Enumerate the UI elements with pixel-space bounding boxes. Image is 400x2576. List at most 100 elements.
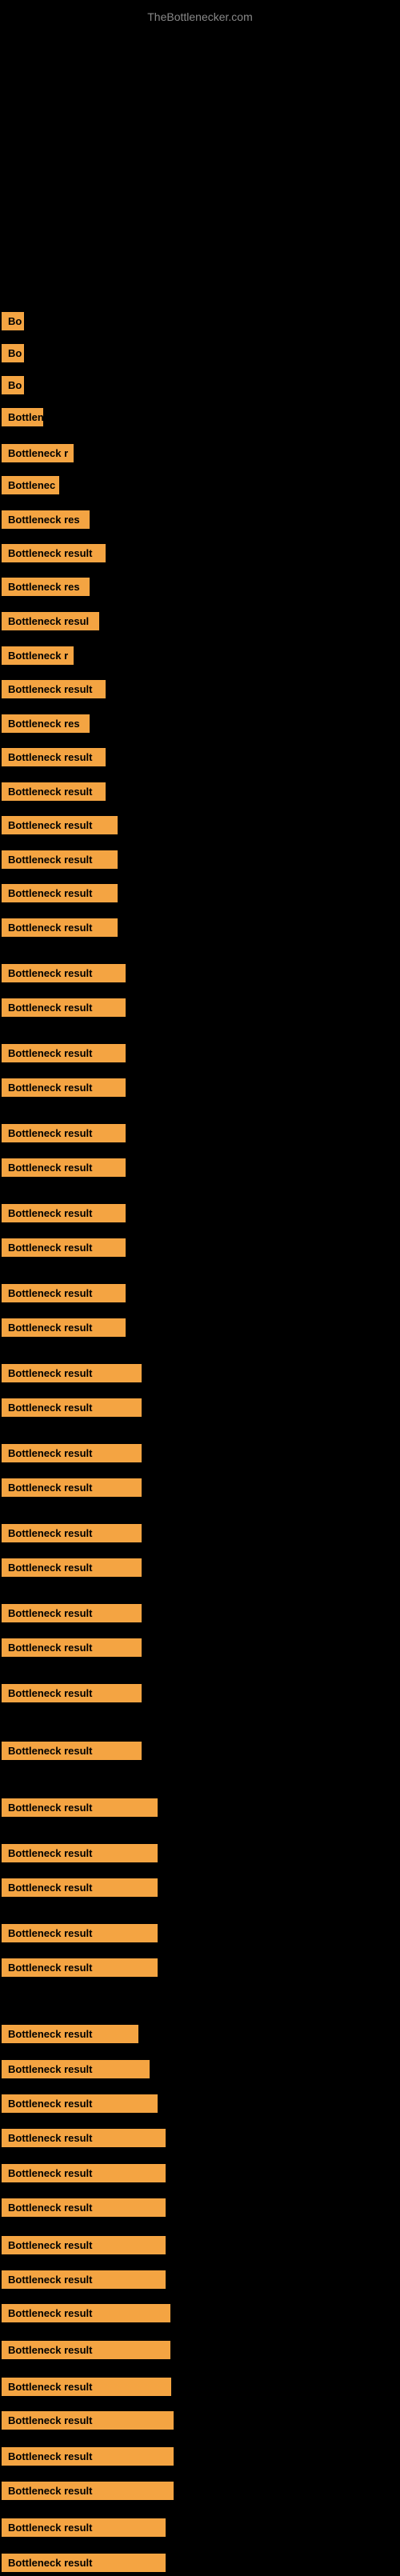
bottleneck-result-label: Bottleneck res — [2, 578, 90, 596]
bottleneck-result-label: Bottleneck result — [2, 1558, 142, 1577]
bottleneck-result-row: Bottleneck result — [2, 2518, 166, 2541]
bottleneck-result-label: Bottleneck result — [2, 2482, 174, 2500]
bottleneck-result-row: Bottleneck result — [2, 1924, 158, 1946]
bottleneck-result-row: Bottleneck result — [2, 680, 106, 702]
bottleneck-result-label: Bottleneck result — [2, 998, 126, 1017]
bottleneck-result-label: Bottleneck result — [2, 1158, 126, 1177]
bottleneck-result-row: Bottleneck result — [2, 1284, 126, 1306]
bottleneck-result-row: Bottleneck result — [2, 850, 118, 873]
bottleneck-result-label: Bottleneck r — [2, 646, 74, 665]
bottleneck-result-row: Bottleneck result — [2, 1318, 126, 1341]
bottleneck-result-row: Bottleneck result — [2, 2060, 150, 2082]
bottleneck-result-row: Bottleneck r — [2, 444, 74, 466]
bottleneck-result-row: Bottleneck result — [2, 1604, 142, 1626]
bottleneck-result-row: Bottleneck result — [2, 2129, 166, 2151]
bottleneck-result-row: Bottleneck res — [2, 578, 90, 600]
bottleneck-result-label: Bottleneck result — [2, 2025, 138, 2043]
bottleneck-result-row: Bottleneck result — [2, 1478, 142, 1501]
bottleneck-result-row: Bottleneck result — [2, 1798, 158, 1821]
bottleneck-result-label: Bottleneck result — [2, 1878, 158, 1897]
bottleneck-result-row: Bottleneck result — [2, 782, 106, 805]
bottleneck-result-row: Bottleneck result — [2, 1204, 126, 1226]
bottleneck-result-label: Bottleneck res — [2, 714, 90, 733]
bottleneck-result-label: Bottleneck result — [2, 2378, 171, 2396]
bottleneck-result-label: Bottleneck result — [2, 2094, 158, 2113]
bottleneck-result-row: Bottleneck result — [2, 2447, 174, 2470]
bottleneck-result-label: Bottleneck result — [2, 1078, 126, 1097]
bottleneck-result-label: Bottleneck result — [2, 2341, 170, 2359]
bottleneck-result-row: Bottleneck r — [2, 646, 74, 669]
bottleneck-result-row: Bottleneck result — [2, 2411, 174, 2434]
bottleneck-result-label: Bottleneck result — [2, 544, 106, 562]
bottleneck-result-row: Bottleneck result — [2, 2304, 170, 2326]
bottleneck-result-label: Bottleneck result — [2, 850, 118, 869]
bottleneck-result-label: Bottleneck result — [2, 1318, 126, 1337]
bottleneck-result-row: Bottleneck result — [2, 1238, 126, 1261]
bottleneck-result-label: Bottleneck result — [2, 816, 118, 834]
bottleneck-result-row: Bottleneck result — [2, 2164, 166, 2186]
bottleneck-result-label: Bottleneck result — [2, 782, 106, 801]
bottleneck-result-label: Bottleneck result — [2, 2129, 166, 2147]
bottleneck-result-row: Bottleneck result — [2, 998, 126, 1021]
bottleneck-result-row: Bottleneck result — [2, 1444, 142, 1466]
bottleneck-result-row: Bottleneck result — [2, 816, 118, 838]
bottleneck-result-row: Bottlenec — [2, 476, 59, 498]
bottleneck-result-row: Bottlen — [2, 408, 43, 430]
bottleneck-result-label: Bottleneck result — [2, 1284, 126, 1302]
bottleneck-result-row: Bottleneck result — [2, 2025, 138, 2047]
bottleneck-result-row: Bottleneck res — [2, 510, 90, 533]
bottleneck-result-label: Bottleneck result — [2, 1238, 126, 1257]
bottleneck-result-label: Bottleneck result — [2, 1604, 142, 1622]
bottleneck-result-row: Bottleneck result — [2, 2236, 166, 2258]
bottleneck-result-row: Bottleneck result — [2, 544, 106, 566]
bottleneck-result-label: Bottleneck result — [2, 2447, 174, 2466]
bottleneck-result-row: Bottleneck resul — [2, 612, 99, 634]
bottleneck-result-row: Bottleneck result — [2, 1958, 158, 1981]
bottleneck-result-row: Bo — [2, 376, 24, 398]
bottleneck-result-row: Bottleneck res — [2, 714, 90, 737]
bottleneck-result-label: Bottleneck result — [2, 1958, 158, 1977]
bottleneck-result-label: Bottleneck result — [2, 964, 126, 982]
bottleneck-result-row: Bottleneck result — [2, 1124, 126, 1146]
bottleneck-result-label: Bottleneck result — [2, 680, 106, 698]
bottleneck-result-label: Bottleneck result — [2, 918, 118, 937]
bottleneck-result-row: Bottleneck result — [2, 1844, 158, 1866]
bottleneck-result-label: Bottleneck result — [2, 2236, 166, 2254]
bottleneck-result-label: Bo — [2, 376, 24, 394]
bottleneck-result-label: Bottleneck result — [2, 1124, 126, 1142]
bottleneck-result-row: Bo — [2, 344, 24, 366]
bottleneck-result-row: Bottleneck result — [2, 1364, 142, 1386]
bottleneck-result-row: Bottleneck result — [2, 1044, 126, 1066]
bottleneck-result-row: Bottleneck result — [2, 2482, 174, 2504]
bottleneck-result-label: Bottleneck result — [2, 2554, 166, 2572]
bottleneck-result-label: Bottleneck result — [2, 1638, 142, 1657]
bottleneck-result-label: Bottleneck result — [2, 2411, 174, 2430]
bottleneck-result-label: Bottleneck result — [2, 1364, 142, 1382]
bottleneck-result-label: Bottleneck result — [2, 1398, 142, 1417]
bottleneck-result-row: Bottleneck result — [2, 1524, 142, 1546]
bottleneck-result-row: Bottleneck result — [2, 1742, 142, 1764]
bottleneck-result-label: Bottleneck result — [2, 1524, 142, 1542]
bottleneck-result-label: Bottlenec — [2, 476, 59, 494]
bottleneck-result-label: Bottleneck result — [2, 1798, 158, 1817]
bottleneck-result-label: Bottleneck result — [2, 1742, 142, 1760]
bottleneck-result-label: Bottleneck result — [2, 2518, 166, 2537]
bottleneck-result-row: Bottleneck result — [2, 918, 118, 941]
bottleneck-result-row: Bottleneck result — [2, 1558, 142, 1581]
bottleneck-result-label: Bottleneck r — [2, 444, 74, 462]
bottleneck-result-row: Bottleneck result — [2, 1158, 126, 1181]
bottleneck-result-row: Bottleneck result — [2, 1398, 142, 1421]
bottleneck-result-row: Bottleneck result — [2, 2270, 166, 2293]
site-title: TheBottlenecker.com — [0, 4, 400, 30]
bottleneck-result-row: Bottleneck result — [2, 884, 118, 906]
bottleneck-result-label: Bottleneck result — [2, 1204, 126, 1222]
bottleneck-result-row: Bottleneck result — [2, 1878, 158, 1901]
bottleneck-result-row: Bottleneck result — [2, 2378, 171, 2400]
bottleneck-result-row: Bottleneck result — [2, 2554, 166, 2576]
bottleneck-result-row: Bottleneck result — [2, 1078, 126, 1101]
bottleneck-result-row: Bottleneck result — [2, 2198, 166, 2221]
bottleneck-result-label: Bottleneck result — [2, 1924, 158, 1942]
bottleneck-result-label: Bottleneck resul — [2, 612, 99, 630]
bottleneck-result-label: Bottleneck result — [2, 1044, 126, 1062]
bottleneck-result-row: Bottleneck result — [2, 748, 106, 770]
